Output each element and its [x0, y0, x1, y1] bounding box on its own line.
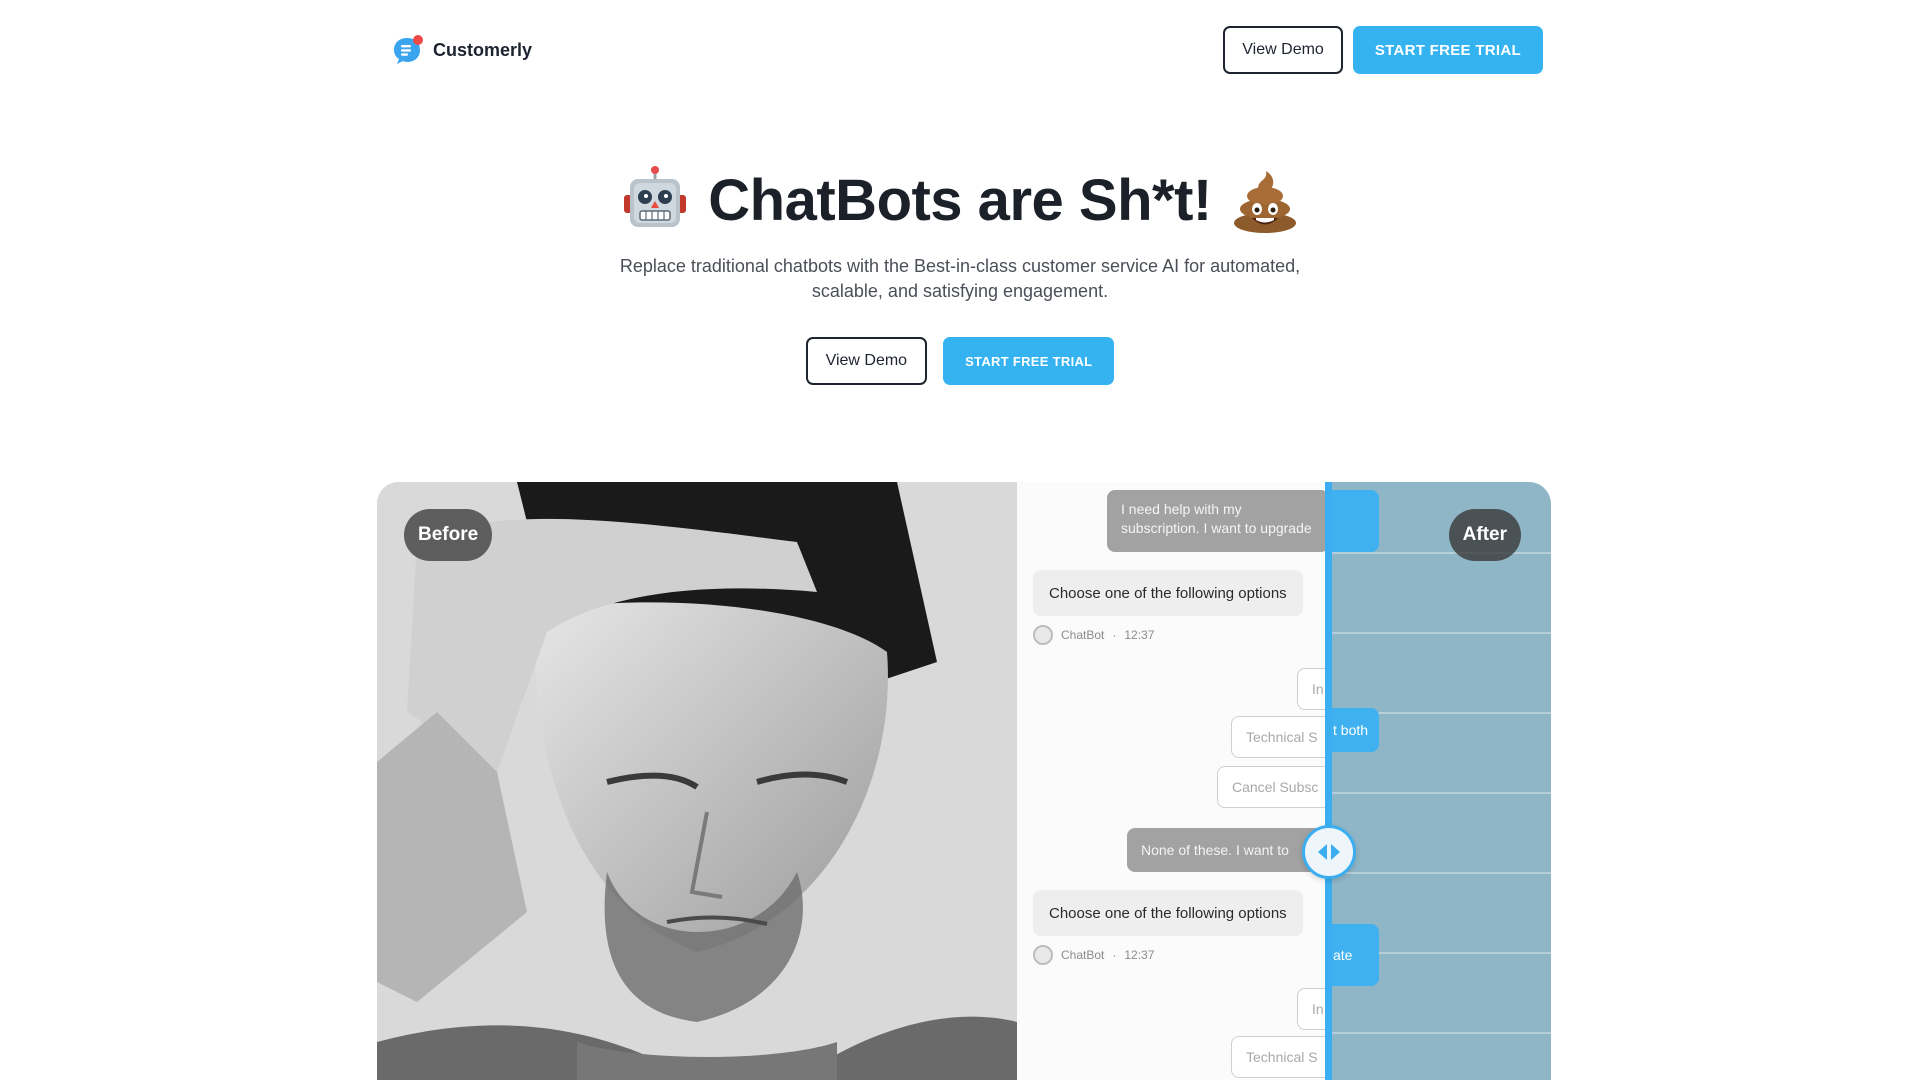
wall-line — [1331, 872, 1551, 874]
wall-line — [1331, 792, 1551, 794]
robot-emoji-icon — [620, 165, 690, 235]
meta-dot: · — [1112, 628, 1117, 642]
wall-line — [1331, 552, 1551, 554]
bot-message-meta: ChatBot · 12:37 — [1033, 625, 1154, 645]
bot-message-bubble: Choose one of the following options — [1033, 890, 1303, 936]
site-header: Customerly View Demo START FREE TRIAL — [0, 0, 1920, 100]
chatbot-avatar-icon — [1033, 625, 1053, 645]
after-reply-bubble: t both — [1325, 708, 1379, 752]
meta-time: 12:37 — [1124, 948, 1155, 962]
view-demo-button[interactable]: View Demo — [1223, 26, 1343, 74]
hero-start-free-trial-button[interactable]: START FREE TRIAL — [943, 337, 1115, 385]
slider-divider[interactable] — [1325, 482, 1332, 1080]
option-button[interactable]: Cancel Subsc — [1217, 766, 1331, 808]
wall-line — [1331, 1032, 1551, 1034]
before-label: Before — [404, 509, 493, 561]
after-reply-bubble — [1325, 490, 1379, 552]
hero-heading: ChatBots are Sh*t! — [620, 165, 1299, 235]
after-label: After — [1448, 509, 1521, 561]
slider-handle[interactable] — [1302, 825, 1356, 879]
bot-message-bubble: Choose one of the following options — [1033, 570, 1303, 616]
hero-section: ChatBots are Sh*t! Replace traditional c… — [0, 165, 1920, 385]
meta-dot: · — [1112, 948, 1117, 962]
chat-bubble-logo-icon — [391, 33, 425, 67]
hero-subtitle: Replace traditional chatbots with the Be… — [619, 256, 1301, 301]
meta-sender: ChatBot — [1061, 948, 1105, 962]
meta-time: 12:37 — [1124, 628, 1155, 642]
user-message-bubble: I need help with my subscription. I want… — [1107, 490, 1329, 552]
hero-title-text: ChatBots are Sh*t! — [708, 167, 1212, 233]
arrow-left-icon — [1318, 844, 1327, 860]
start-free-trial-button[interactable]: START FREE TRIAL — [1352, 26, 1543, 74]
bot-message-meta: ChatBot · 12:37 — [1033, 945, 1154, 965]
user-message-bubble: None of these. I want to — [1127, 828, 1327, 872]
chatbot-conversation: I need help with my subscription. I want… — [1017, 482, 1331, 1080]
after-reply-bubble: ate — [1325, 924, 1379, 986]
brand-logo[interactable]: Customerly — [391, 33, 532, 67]
chatbot-avatar-icon — [1033, 945, 1053, 965]
brand-name: Customerly — [433, 39, 533, 60]
hero-view-demo-button[interactable]: View Demo — [805, 337, 928, 385]
option-button[interactable]: Technical S — [1231, 1036, 1331, 1078]
hero-actions: View Demo START FREE TRIAL — [0, 337, 1920, 385]
poop-emoji-icon — [1230, 165, 1300, 235]
arrow-right-icon — [1331, 844, 1340, 860]
frustrated-man-photo — [377, 482, 1017, 1080]
wall-line — [1331, 632, 1551, 634]
header-actions: View Demo START FREE TRIAL — [1223, 26, 1543, 74]
option-button[interactable]: Technical S — [1231, 716, 1331, 758]
meta-sender: ChatBot — [1061, 628, 1105, 642]
after-wall-background — [1331, 482, 1551, 1080]
before-after-slider[interactable]: I need help with my subscription. I want… — [377, 482, 1551, 1080]
